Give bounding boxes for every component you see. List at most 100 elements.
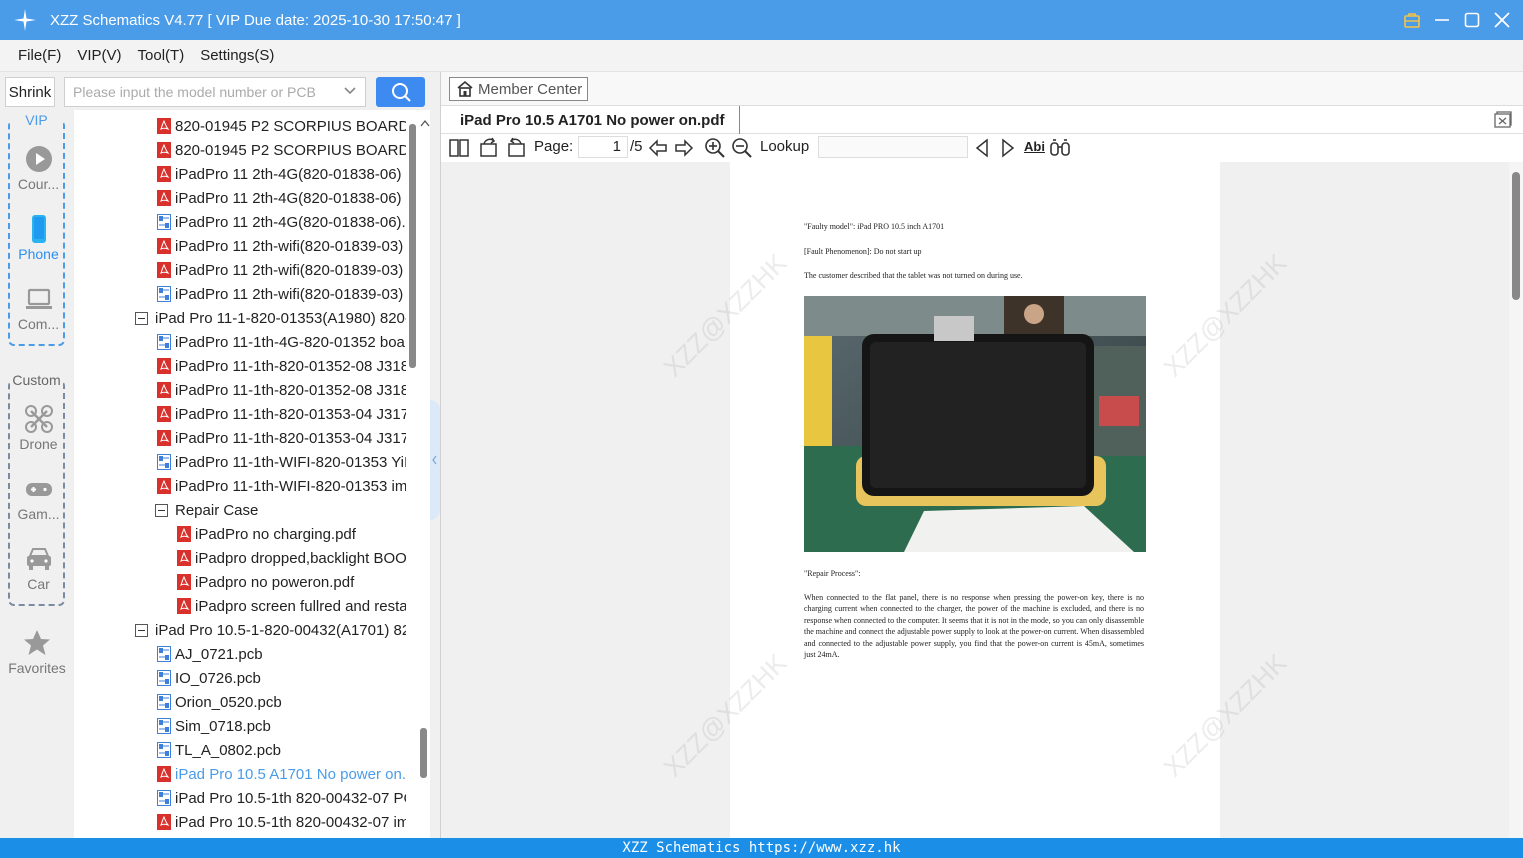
find-previous-icon[interactable] <box>971 137 993 159</box>
tree-file[interactable]: iPadPro 11-1th-4G-820-01352 boa <box>157 330 406 354</box>
tree-file[interactable]: iPadpro screen fullred and resta <box>177 594 406 618</box>
zoom-in-icon[interactable] <box>704 137 726 159</box>
tree-file[interactable]: 820-01945 P2 SCORPIUS BOARD 1( <box>157 138 406 162</box>
search-input[interactable]: Please input the model number or PCB <box>64 77 366 107</box>
pdf-line: The customer described that the tablet w… <box>804 271 1023 280</box>
tree-file[interactable]: iPadpro dropped,backlight BOO <box>177 546 406 570</box>
tree-hscrollbar-thumb[interactable] <box>420 728 427 778</box>
tree-file[interactable]: IO_0726.pcb <box>157 666 406 690</box>
tree-item-label: iPadPro 11-1th-820-01353-04 J317 <box>175 405 406 423</box>
member-center-button[interactable]: Member Center <box>449 77 588 101</box>
custom-group-title: Custom <box>10 372 63 388</box>
rail-item-phone[interactable]: Phone <box>10 214 67 262</box>
collapse-toggle-icon[interactable] <box>135 623 148 637</box>
tree-file[interactable]: iPadPro 11 2th-wifi(820-01839-03) <box>157 234 406 258</box>
tree-file[interactable]: Sim_0718.pcb <box>157 714 406 738</box>
tree-file[interactable]: iPadPro 11 2th-wifi(820-01839-03) <box>157 282 406 306</box>
tree-file[interactable]: iPadPro 11-1th-820-01353-04 J317 <box>157 426 406 450</box>
pdf-file-icon <box>157 478 171 494</box>
document-tab[interactable]: iPad Pro 10.5 A1701 No power on.pdf <box>448 106 740 134</box>
rail-item-car[interactable]: Car <box>10 544 67 592</box>
tree-file[interactable]: iPadpro no poweron.pdf <box>177 570 406 594</box>
close-tab-icon[interactable] <box>1494 111 1512 129</box>
collapse-toggle-icon[interactable] <box>135 311 148 325</box>
tree-file[interactable]: iPad Pro 10.5-1th 820-00432-07 PC <box>157 786 406 810</box>
tree-file[interactable]: iPadPro 11 2th-wifi(820-01839-03) <box>157 258 406 282</box>
rail-item-label: Cour... <box>17 176 60 192</box>
tree-file[interactable]: 820-01945 P2 SCORPIUS BOARD 1( <box>157 114 406 138</box>
shrink-button[interactable]: Shrink <box>5 77 55 107</box>
tree-folder[interactable]: Repair Case <box>155 498 406 522</box>
tree-scrollbar-thumb[interactable] <box>409 124 416 368</box>
menu-tool[interactable]: Tool(T) <box>138 47 185 64</box>
favorites-item[interactable]: Favorites <box>0 628 74 676</box>
close-icon[interactable] <box>1493 11 1511 29</box>
tree-item-label: IO_0726.pcb <box>175 669 261 687</box>
tree-file[interactable]: iPadPro no charging.pdf <box>177 522 406 546</box>
search-button[interactable] <box>376 77 425 107</box>
pdf-file-icon <box>157 238 171 254</box>
tree-file[interactable]: iPad Pro 10.5 A1701 No power on.p <box>157 762 406 786</box>
tree-item-label: iPadPro 11-1th-820-01353-04 J317 <box>175 429 406 447</box>
two-page-icon[interactable] <box>448 137 470 159</box>
pdf-file-icon <box>157 262 171 278</box>
tree-file[interactable]: iPadPro 11-1th-WIFI-820-01353 YiI <box>157 450 406 474</box>
tree-folder[interactable]: iPad Pro 10.5-1-820-00432(A1701) 82 <box>135 618 406 642</box>
right-header <box>441 72 1523 106</box>
tree-file[interactable]: iPadPro 11-1th-820-01352-08 J318 <box>157 354 406 378</box>
rotate-left-icon[interactable] <box>478 137 500 159</box>
rail-item-computer[interactable]: Com... <box>10 284 67 332</box>
rail-item-course[interactable]: Cour... <box>10 144 67 192</box>
pcb-file-icon <box>157 646 171 662</box>
chevron-down-icon[interactable] <box>343 84 357 101</box>
tree-item-label: 820-01945 P2 SCORPIUS BOARD 1( <box>175 117 406 135</box>
menu-settings[interactable]: Settings(S) <box>200 47 274 64</box>
menu-file[interactable]: File(F) <box>18 47 61 64</box>
tree-file[interactable]: iPadPro 11 2th-4G(820-01838-06) I <box>157 162 406 186</box>
tree-item-label: iPadPro 11-1th-WIFI-820-01353 YiI <box>175 453 406 471</box>
zoom-out-icon[interactable] <box>731 137 753 159</box>
tree-folder[interactable]: iPad Pro 11-1-820-01353(A1980) 820- <box>135 306 406 330</box>
tree-file[interactable]: iPadPro 11-1th-820-01353-04 J317 <box>157 402 406 426</box>
panel-collapse-handle[interactable] <box>430 400 440 520</box>
tree-file[interactable]: iPadPro 11 2th-4G(820-01838-06) S <box>157 186 406 210</box>
tree-file[interactable]: Orion_0520.pcb <box>157 690 406 714</box>
prev-page-arrow-icon[interactable] <box>647 137 669 159</box>
tree-item-label: iPadpro screen fullred and resta <box>195 597 406 615</box>
tree-file[interactable]: iPadPro 11-1th-WIFI-820-01353 im <box>157 474 406 498</box>
tree-file[interactable]: AJ_0721.pcb <box>157 642 406 666</box>
rail-item-drone[interactable]: Drone <box>10 404 67 452</box>
tree-item-label: iPad Pro 10.5-1th 820-00432-07 PC <box>175 789 406 807</box>
binoculars-icon[interactable] <box>1049 137 1071 159</box>
scroll-up-icon[interactable] <box>420 114 430 132</box>
member-center-label: Member Center <box>478 80 583 98</box>
match-case-icon[interactable]: Abi <box>1024 139 1045 154</box>
next-page-arrow-icon[interactable] <box>673 137 695 159</box>
vip-bag-icon[interactable] <box>1403 11 1421 29</box>
tree-item-label: Orion_0520.pcb <box>175 693 282 711</box>
minimize-icon[interactable] <box>1433 11 1451 29</box>
menu-vip[interactable]: VIP(V) <box>77 47 121 64</box>
file-tree: 820-01945 P2 SCORPIUS BOARD 1( 820-01945 … <box>74 110 430 838</box>
search-icon <box>391 83 411 102</box>
page-number-input[interactable]: 1 <box>578 136 628 158</box>
pdf-scrollbar-thumb[interactable] <box>1512 172 1520 300</box>
page-label: Page: <box>534 138 574 155</box>
pdf-line: [Fault Phenomenon]: Do not start up <box>804 247 922 256</box>
search-placeholder: Please input the model number or PCB <box>73 84 316 100</box>
maximize-icon[interactable] <box>1463 11 1481 29</box>
tree-file[interactable]: iPadPro 11 2th-4G(820-01838-06).p <box>157 210 406 234</box>
tree-item-label: TL_A_0802.pcb <box>175 741 281 759</box>
collapse-toggle-icon[interactable] <box>155 503 168 517</box>
tree-file[interactable]: TL_A_0802.pcb <box>157 738 406 762</box>
tree-file[interactable]: iPadPro 11-1th-820-01352-08 J318 <box>157 378 406 402</box>
lookup-input[interactable] <box>818 136 968 158</box>
pdf-file-icon <box>157 766 171 782</box>
tree-item-label: iPadPro 11 2th-wifi(820-01839-03) <box>175 261 404 279</box>
tree-item-label: iPadPro 11 2th-4G(820-01838-06) S <box>175 189 406 207</box>
rotate-right-icon[interactable] <box>505 137 527 159</box>
pcb-file-icon <box>157 718 171 734</box>
tree-file[interactable]: iPad Pro 10.5-1th 820-00432-07 im <box>157 810 406 834</box>
find-next-icon[interactable] <box>997 137 1019 159</box>
rail-item-game[interactable]: Gam... <box>10 474 67 522</box>
